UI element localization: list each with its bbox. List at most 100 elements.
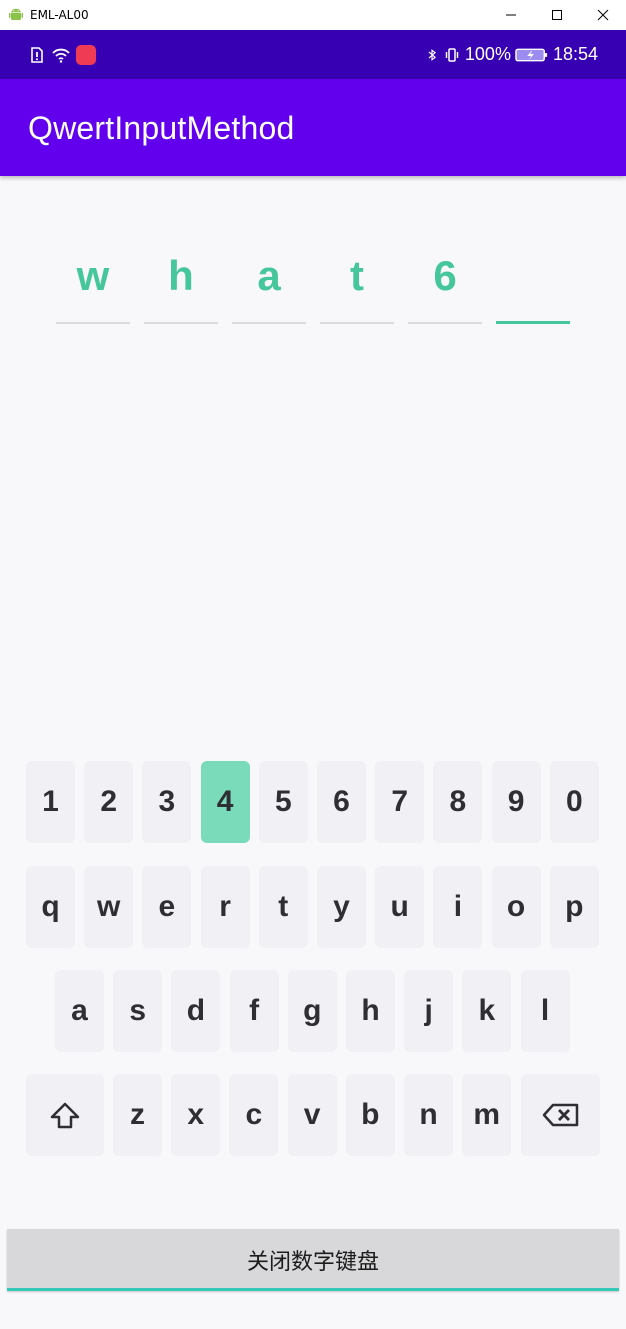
pin-char: 6 [433,252,457,299]
key-label: k [478,994,496,1027]
key-h[interactable]: h [346,970,395,1052]
key-2[interactable]: 2 [84,761,134,843]
backspace-key[interactable] [521,1074,600,1156]
close-numeric-keyboard-button[interactable]: 关闭数字键盘 [7,1229,619,1291]
key-label: 2 [100,785,118,818]
key-label: l [540,994,550,1027]
key-label: m [473,1098,501,1131]
key-g[interactable]: g [287,970,337,1052]
app-title: QwertInputMethod [28,110,295,146]
key-label: z [130,1098,145,1131]
key-label: 8 [449,785,467,818]
pin-char [496,246,570,308]
key-e[interactable]: e [142,866,192,948]
close-window-button[interactable] [580,0,626,30]
key-v[interactable]: v [287,1074,337,1156]
key-d[interactable]: d [171,970,221,1052]
key-n[interactable]: n [404,1074,453,1156]
key-label: w [97,890,121,923]
key-label: x [187,1098,205,1131]
pin-underline [56,322,130,324]
key-m[interactable]: m [462,1074,512,1156]
pin-slot[interactable]: 6 [408,246,482,324]
key-4[interactable]: 4 [200,761,250,843]
key-9[interactable]: 9 [491,761,541,843]
key-k[interactable]: k [462,970,512,1052]
key-r[interactable]: r [200,866,250,948]
key-b[interactable]: b [345,1074,395,1156]
pin-slot[interactable]: a [232,246,306,324]
pin-slot[interactable]: t [320,246,394,324]
pin-input[interactable]: w h a t 6 [56,246,570,326]
key-8[interactable]: 8 [433,761,483,843]
key-z[interactable]: z [113,1074,162,1156]
android-icon [9,8,23,20]
shift-key[interactable] [26,1074,104,1156]
key-label: 9 [507,785,525,818]
backspace-icon [542,1103,578,1127]
key-x[interactable]: x [171,1074,221,1156]
key-label: b [361,1098,380,1131]
key-label: j [424,994,433,1027]
key-6[interactable]: 6 [317,761,366,843]
maximize-button[interactable] [534,0,580,30]
key-label: a [71,994,88,1027]
key-1[interactable]: 1 [26,761,75,843]
status-bar: 100% 18:54 [0,30,626,79]
app-notification-icon [76,44,96,65]
wifi-icon [52,48,70,63]
key-label: e [158,890,176,923]
key-label: i [453,890,463,923]
key-3[interactable]: 3 [142,761,192,843]
pin-slot[interactable]: w [56,246,130,324]
battery-charging-icon [515,48,548,61]
pin-char: h [168,252,194,299]
key-label: 0 [565,785,583,818]
close-icon [597,9,609,21]
key-p[interactable]: p [549,866,599,948]
sim-alert-icon [31,46,43,63]
key-c[interactable]: c [229,1074,279,1156]
maximize-icon [552,10,562,20]
key-7[interactable]: 7 [375,761,425,843]
key-label: f [249,994,260,1027]
minimize-button[interactable] [488,0,534,30]
key-label: s [129,994,147,1027]
key-label: 1 [42,785,59,818]
key-w[interactable]: w [84,866,134,948]
battery-percent: 100% [464,44,511,64]
key-a[interactable]: a [55,970,104,1052]
minimize-icon [506,14,516,16]
pin-underline [320,322,394,324]
key-l[interactable]: l [520,970,570,1052]
pin-underline [408,322,482,324]
key-s[interactable]: s [113,970,163,1052]
key-label: t [278,890,289,923]
pin-slot[interactable]: h [144,246,218,324]
pin-underline [144,322,218,324]
key-label: 6 [333,785,350,818]
key-label: r [219,890,231,923]
bluetooth-icon [428,48,436,61]
key-q[interactable]: q [26,866,75,948]
key-label: 5 [274,785,292,818]
key-0[interactable]: 0 [549,761,599,843]
key-i[interactable]: i [433,866,483,948]
vibrate-icon [445,47,459,62]
key-o[interactable]: o [491,866,541,948]
clock: 18:54 [552,44,598,64]
key-label: u [390,890,409,923]
key-u[interactable]: u [375,866,425,948]
key-label: o [506,890,526,923]
key-label: c [245,1098,263,1131]
key-j[interactable]: j [404,970,454,1052]
key-t[interactable]: t [258,866,308,948]
pin-slot-active[interactable] [496,246,570,324]
key-5[interactable]: 5 [258,761,308,843]
emulator-window-bar: EML-AL00 [0,0,626,30]
key-label: h [361,994,380,1027]
key-label: p [565,890,584,923]
key-f[interactable]: f [229,970,279,1052]
key-label: y [333,890,350,923]
key-y[interactable]: y [317,866,366,948]
